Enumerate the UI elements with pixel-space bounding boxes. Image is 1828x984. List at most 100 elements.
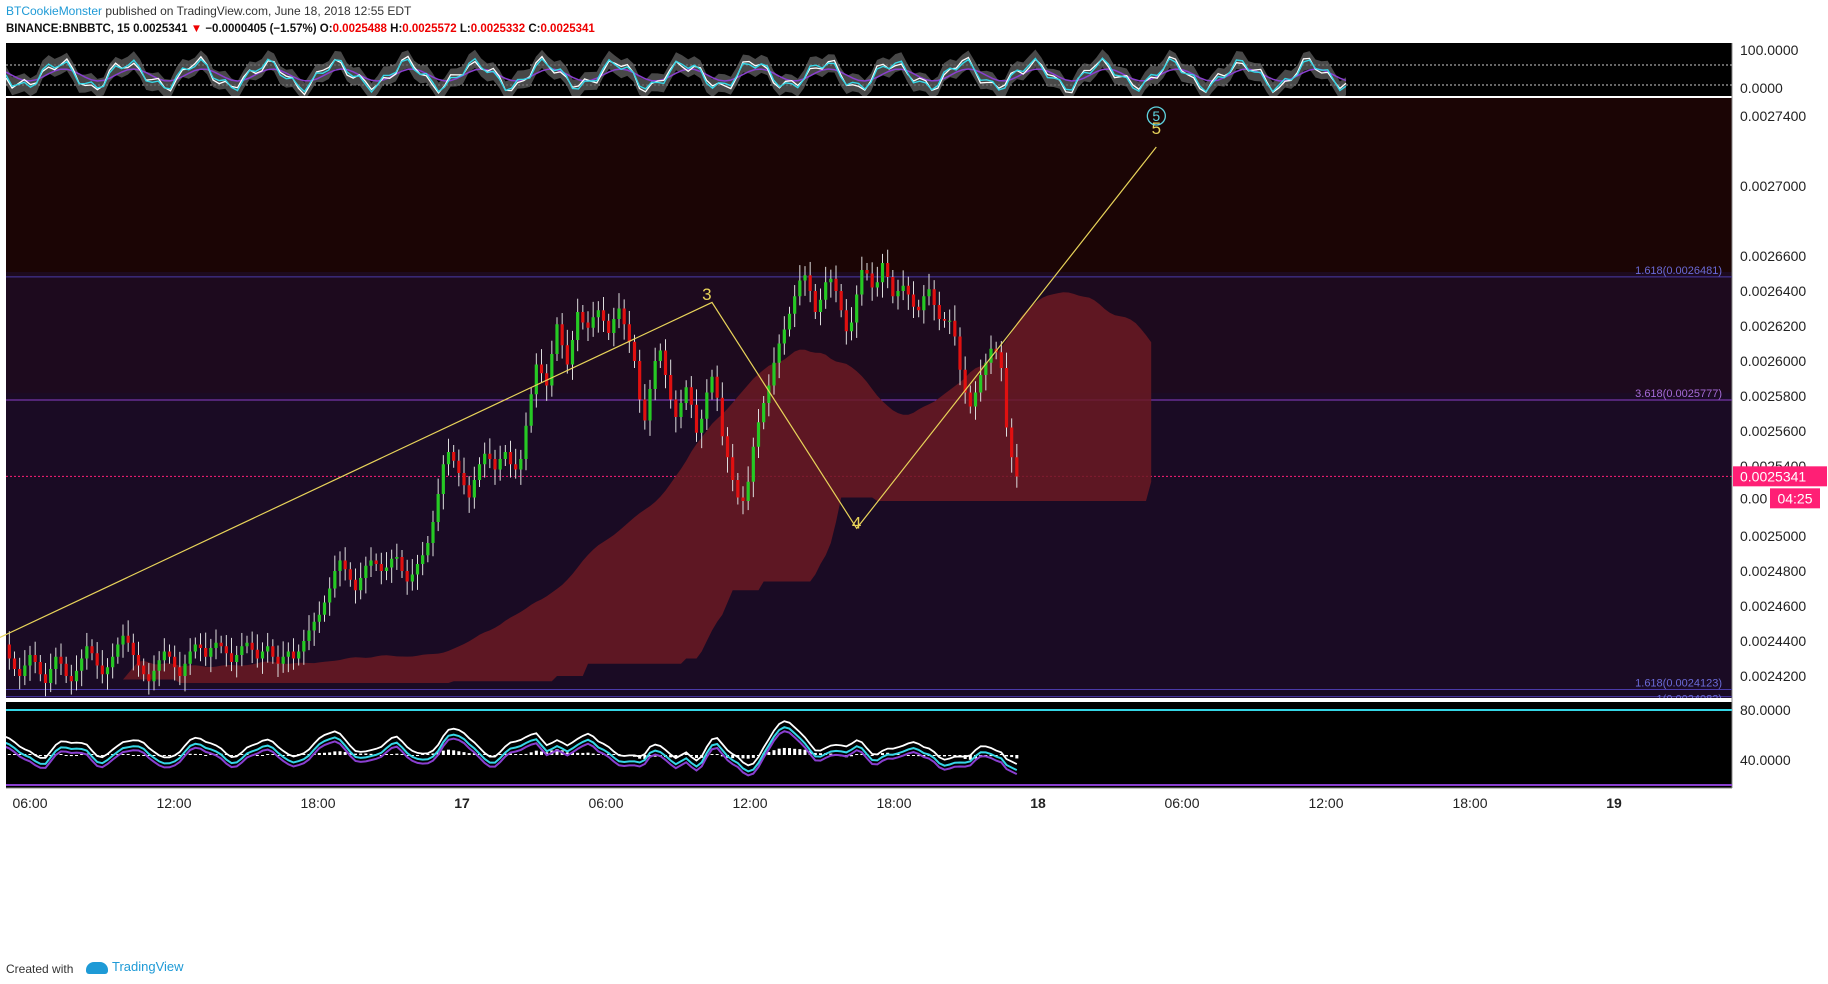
candle-body (638, 361, 642, 400)
candle-body (694, 404, 699, 433)
candle-body (798, 280, 802, 297)
candle-body (1004, 368, 1009, 428)
lower-osc-histogram-bar (803, 749, 807, 755)
candle-body (235, 655, 239, 662)
candle-body (917, 306, 921, 311)
lower-osc-histogram-bar (596, 754, 600, 755)
candle-body (369, 560, 373, 566)
candle-body (147, 674, 151, 682)
lower-osc-histogram-bar (59, 754, 63, 755)
tradingview-logo[interactable]: TradingView (86, 959, 184, 974)
candle-body (684, 387, 688, 403)
candle-body (100, 665, 104, 675)
candle-body (601, 310, 606, 321)
fib-level-label: 1.618(0.0026481) (1635, 265, 1722, 277)
open-value: 0.0025488 (332, 23, 387, 35)
lower-osc-histogram-bar (121, 754, 125, 755)
candle-body (477, 464, 482, 480)
candle-body (772, 362, 776, 386)
candle-body (901, 285, 905, 291)
lower-osc-histogram-bar (390, 754, 394, 755)
candle-body (658, 350, 662, 361)
candle-body (80, 658, 84, 671)
lower-osc-histogram-bar (137, 755, 140, 756)
candle-body (570, 340, 575, 365)
candle-body (54, 656, 58, 669)
candle-body (69, 676, 73, 682)
lower-osc-histogram-bar (75, 755, 78, 756)
chart-svg[interactable]: 1.618(0.0026481) 3.618(0.0025777) 1.618(0.… (0, 42, 1828, 952)
candle-body (808, 275, 812, 291)
lower-osc-tick-label: 40.0000 (1740, 752, 1791, 768)
candle-body (818, 299, 823, 312)
price-tick-label: 0.0024200 (1740, 668, 1806, 684)
candle-body (813, 291, 817, 312)
main-pane-bg-upper (6, 98, 1732, 272)
lower-osc-histogram-bar (788, 748, 791, 755)
candle-body (508, 452, 513, 465)
candle-body (560, 324, 564, 346)
candle-body (519, 459, 523, 470)
candle-body (405, 571, 409, 582)
upper-osc-tick-label: 100.0000 (1740, 43, 1799, 58)
open-label: O: (319, 23, 333, 35)
candle-body (948, 320, 952, 322)
candle-body (157, 660, 161, 671)
price-change: −0.0000405 (−1.57%) (205, 23, 317, 35)
lower-osc-histogram-bar (395, 753, 399, 755)
candle-body (426, 543, 430, 556)
candle-body (472, 480, 476, 498)
candle-body (462, 473, 466, 486)
lower-osc-histogram-bar (457, 751, 461, 755)
price-tick-label: 0.0026200 (1740, 318, 1806, 334)
candle-body (64, 663, 68, 676)
candle-body (131, 642, 135, 655)
candle-body (1010, 427, 1014, 458)
candle-body (927, 289, 931, 297)
candle-body (0, 655, 1, 667)
time-tick-label: 12:00 (156, 795, 191, 811)
candle-body (643, 399, 647, 421)
candle-body (297, 651, 301, 659)
candle-body (384, 567, 389, 571)
lower-osc-histogram-bar (162, 755, 166, 756)
lower-osc-histogram-bar (932, 755, 936, 756)
lower-osc-histogram-bar (452, 750, 456, 755)
publish-info: BTCookieMonster published on TradingView… (6, 4, 411, 18)
candle-body (467, 485, 471, 498)
candle-body (679, 403, 683, 417)
lower-osc-histogram-bar (514, 754, 518, 755)
time-tick-label: 19 (1606, 795, 1622, 811)
candle-body (715, 376, 719, 398)
chart-area[interactable]: 1.618(0.0026481) 3.618(0.0025777) 1.618(0.… (0, 42, 1828, 952)
candle-body (291, 651, 296, 659)
candle-body (286, 651, 290, 657)
time-tick-label: 06:00 (588, 795, 623, 811)
lower-osc-histogram-bar (612, 754, 616, 755)
candle-body (493, 459, 497, 470)
lower-osc-histogram-bar (188, 753, 192, 755)
candle-body (193, 644, 197, 652)
lower-osc-histogram-bar (64, 755, 68, 756)
close-label: C: (528, 23, 541, 35)
price-tick-label: 0.0025000 (1740, 528, 1806, 544)
price-tick-label: 0.0027000 (1740, 178, 1806, 194)
candle-body (38, 662, 42, 675)
lower-osc-histogram-bar (255, 755, 259, 756)
candle-body (95, 653, 99, 666)
author-link[interactable]: BTCookieMonster (6, 4, 102, 18)
candle-body (219, 642, 223, 647)
fib-level-label: 1.618(0.0024123) (1635, 677, 1722, 689)
time-tick-label: 12:00 (1308, 795, 1343, 811)
candle-body (849, 322, 854, 332)
candle-body (591, 317, 595, 328)
candle-body (333, 571, 337, 589)
candle-body (911, 294, 916, 307)
candle-body (617, 308, 621, 319)
candle-body (663, 350, 668, 375)
candle-body (731, 457, 735, 480)
candle-body (632, 341, 637, 361)
lower-oscillator-pane (6, 702, 1732, 788)
lower-osc-histogram-bar (741, 755, 745, 759)
partial-tick-label: 0.00 (1740, 490, 1767, 506)
